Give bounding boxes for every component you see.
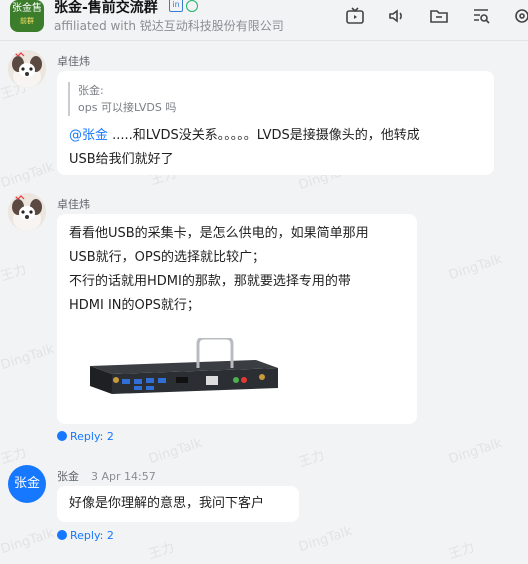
message-text-line: 不行的话就用HDMI的那款，那就要选择专用的带 bbox=[69, 274, 351, 289]
avatar[interactable] bbox=[8, 50, 46, 88]
watermark: 王力 bbox=[0, 262, 29, 285]
chat-header: 张金售 前群 张金-售前交流群 in affiliated with 锐达互动科… bbox=[0, 0, 528, 41]
quoted-message[interactable]: 张金: ops 可以接LVDS 吗 bbox=[68, 82, 176, 116]
message-text: @张金 .....和LVDS没关系。。。。。LVDS是接摄像头的，他转成 USB… bbox=[69, 124, 420, 172]
message-text-line: 看看他USB的采集卡，是怎么供电的，如果简单那用 bbox=[69, 226, 369, 241]
sender-name: 卓佳炜 bbox=[57, 198, 90, 211]
watermark: DingTalk bbox=[0, 159, 56, 192]
reply-count-link[interactable]: Reply: 2 bbox=[57, 430, 114, 443]
reply-count-link[interactable]: Reply: 2 bbox=[57, 529, 114, 542]
mention-link[interactable]: @张金 bbox=[69, 128, 108, 143]
verified-shield-icon bbox=[186, 0, 198, 12]
watermark: 王力 bbox=[0, 445, 29, 468]
message-text-line: .....和LVDS没关系。。。。。LVDS是接摄像头的，他转成 bbox=[108, 128, 420, 143]
group-avatar-line1: 张金售 bbox=[12, 3, 42, 14]
message-text-line: HDMI IN的OPS就行； bbox=[69, 298, 200, 313]
ops-device-image[interactable] bbox=[86, 336, 282, 398]
group-avatar-line2: 前群 bbox=[20, 17, 34, 25]
message-bubble[interactable]: 好像是你理解的意思，我问下客户 bbox=[57, 486, 299, 522]
avatar[interactable] bbox=[8, 193, 46, 231]
reply-icon bbox=[57, 431, 67, 441]
watermark: DingTalk bbox=[297, 523, 354, 556]
group-title[interactable]: 张金-售前交流群 bbox=[54, 0, 158, 17]
message-text-line: USB给我们就好了 bbox=[69, 152, 174, 167]
watermark: 王力 bbox=[446, 540, 477, 563]
watermark: 王力 bbox=[146, 540, 177, 563]
sender-name: 张金 3 Apr 14:57 bbox=[57, 468, 156, 484]
message-text-line: USB就行，OPS的选择就比较广； bbox=[69, 250, 266, 265]
avatar[interactable]: 张金 bbox=[8, 465, 46, 503]
message-text: 看看他USB的采集卡，是怎么供电的，如果简单那用 USB就行，OPS的选择就比较… bbox=[69, 222, 369, 318]
watermark: DingTalk bbox=[0, 525, 56, 558]
group-avatar[interactable]: 张金售 前群 bbox=[10, 0, 44, 32]
message-bubble[interactable]: 张金: ops 可以接LVDS 吗 @张金 .....和LVDS没关系。。。。。… bbox=[57, 71, 494, 175]
group-affiliation: affiliated with 锐达互动科技股份有限公司 bbox=[54, 19, 284, 33]
reply-count: Reply: 2 bbox=[70, 430, 114, 443]
watermark: DingTalk bbox=[447, 251, 504, 284]
watermark: DingTalk bbox=[147, 435, 204, 468]
message-bubble[interactable]: 看看他USB的采集卡，是怎么供电的，如果简单那用 USB就行，OPS的选择就比较… bbox=[57, 214, 417, 424]
quote-author: 张金: bbox=[78, 84, 104, 97]
sender-name: 卓佳炜 bbox=[57, 55, 90, 68]
message-time: 3 Apr 14:57 bbox=[91, 470, 156, 483]
watermark: 王力 bbox=[296, 448, 327, 471]
message-text: 好像是你理解的意思，我问下客户 bbox=[69, 496, 265, 511]
linkedin-badge-icon: in bbox=[169, 0, 183, 12]
audio-icon[interactable] bbox=[387, 6, 407, 26]
avatar-initials: 张金 bbox=[13, 476, 40, 491]
search-list-icon[interactable] bbox=[471, 6, 491, 26]
reply-icon bbox=[57, 530, 67, 540]
watermark: DingTalk bbox=[0, 341, 56, 374]
folder-icon[interactable] bbox=[429, 6, 449, 26]
sender-name-text: 张金 bbox=[57, 470, 79, 483]
reply-count: Reply: 2 bbox=[70, 529, 114, 542]
watermark: DingTalk bbox=[447, 435, 504, 468]
live-icon[interactable] bbox=[345, 6, 365, 26]
quote-text: ops 可以接LVDS 吗 bbox=[78, 101, 177, 114]
settings-icon[interactable] bbox=[512, 6, 528, 26]
